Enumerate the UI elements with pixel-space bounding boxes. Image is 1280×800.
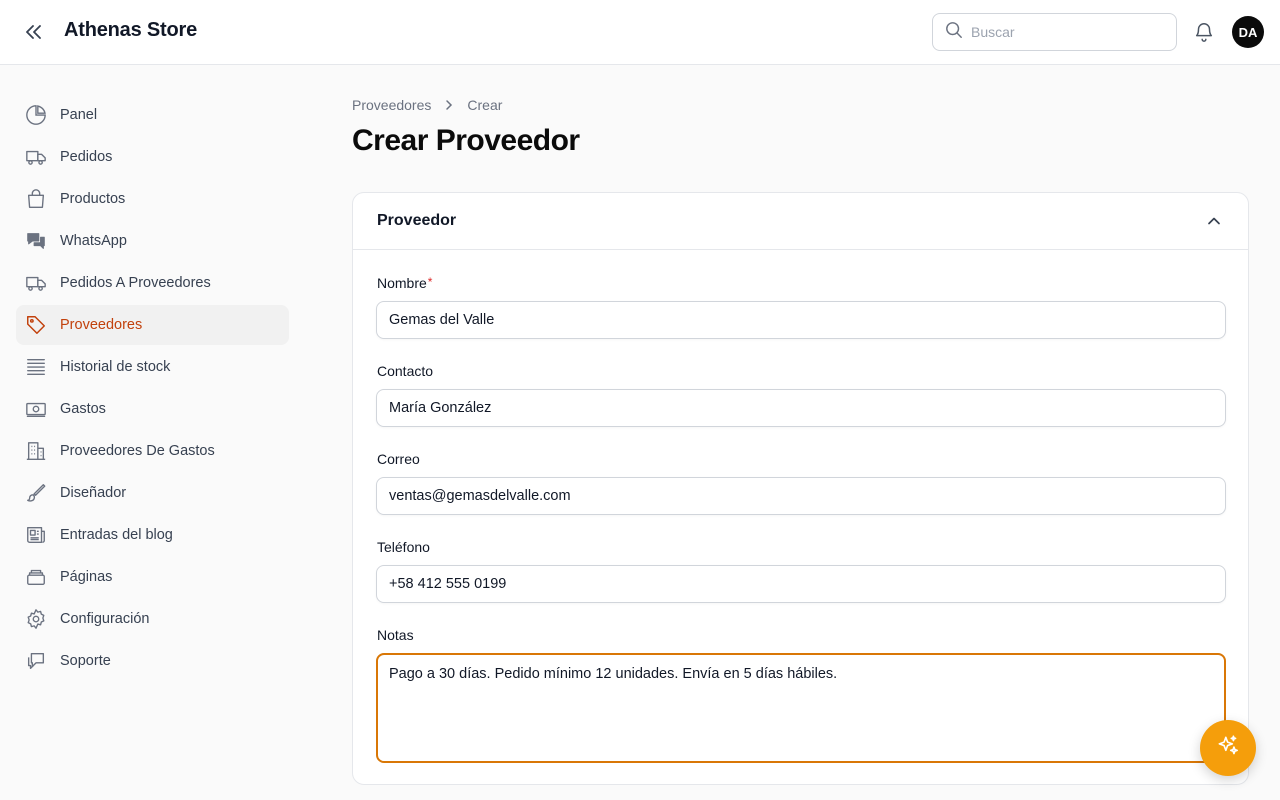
sidebar-item-historial-de-stock[interactable]: Historial de stock (16, 347, 289, 387)
search-input[interactable] (971, 24, 1151, 40)
sidebar-item-label: Pedidos (60, 149, 113, 165)
section-title: Proveedor (377, 212, 457, 229)
breadcrumb-current: Crear (467, 97, 503, 113)
search-box[interactable] (932, 13, 1177, 51)
contacto-label: Contacto (377, 363, 434, 379)
sidebar-item-productos[interactable]: Productos (16, 179, 289, 219)
shopping-bag-icon (24, 187, 48, 211)
sidebar-item-label: Proveedores De Gastos (60, 443, 215, 459)
avatar[interactable]: DA (1232, 16, 1264, 48)
sparkles-icon (1215, 733, 1241, 764)
sidebar-item-pedidos-a-proveedores[interactable]: Pedidos A Proveedores (16, 263, 289, 303)
banknote-icon (24, 397, 48, 421)
sidebar-item-panel[interactable]: Panel (16, 95, 289, 135)
sidebar-item-disenador[interactable]: Diseñador (16, 473, 289, 513)
truck-icon (24, 271, 48, 295)
contacto-field[interactable] (376, 389, 1226, 427)
sidebar-item-soporte[interactable]: Soporte (16, 641, 289, 681)
chevron-right-icon (443, 99, 455, 111)
collapse-sidebar-icon[interactable] (20, 20, 48, 44)
chevron-up-icon[interactable] (1204, 211, 1224, 231)
gear-icon (24, 607, 48, 631)
nombre-label: Nombre* (377, 275, 432, 291)
sidebar-item-gastos[interactable]: Gastos (16, 389, 289, 429)
section-header[interactable]: Proveedor (353, 193, 1248, 250)
sidebar-item-label: Proveedores (60, 317, 143, 333)
telefono-label: Teléfono (377, 539, 430, 555)
sidebar-item-paginas[interactable]: Páginas (16, 557, 289, 597)
sidebar-item-label: Historial de stock (60, 359, 171, 375)
sidebar-item-label: Soporte (60, 653, 111, 669)
newspaper-icon (24, 523, 48, 547)
chat-bubbles-icon (24, 229, 48, 253)
sidebar-item-proveedores-de-gastos[interactable]: Proveedores De Gastos (16, 431, 289, 471)
app-brand: Athenas Store (64, 19, 197, 41)
notas-label: Notas (377, 627, 414, 643)
telefono-field[interactable] (376, 565, 1226, 603)
top-bar: Athenas Store DA (0, 0, 1280, 65)
stack-icon (24, 565, 48, 589)
sidebar-item-label: Páginas (60, 569, 113, 585)
bell-icon[interactable] (1191, 19, 1217, 45)
notas-field[interactable]: Pago a 30 días. Pedido mínimo 12 unidade… (376, 653, 1226, 763)
correo-label: Correo (377, 451, 420, 467)
sidebar-item-label: Gastos (60, 401, 106, 417)
sidebar-item-label: Diseñador (60, 485, 127, 501)
sidebar-item-proveedores[interactable]: Proveedores (16, 305, 289, 345)
breadcrumb: Proveedores Crear (352, 97, 502, 113)
ai-assistant-button[interactable] (1200, 720, 1256, 776)
sidebar-item-pedidos[interactable]: Pedidos (16, 137, 289, 177)
chat-icon (24, 649, 48, 673)
nombre-label-text: Nombre (377, 275, 427, 291)
required-mark: * (427, 275, 433, 289)
paintbrush-icon (24, 481, 48, 505)
search-icon (945, 21, 963, 44)
truck-icon (24, 145, 48, 169)
pie-chart-icon (24, 103, 48, 127)
nombre-field[interactable] (376, 301, 1226, 339)
supplier-form-card: Proveedor Nombre* Contacto Correo Teléfo… (352, 192, 1249, 785)
sidebar-item-whatsapp[interactable]: WhatsApp (16, 221, 289, 261)
sidebar: Panel Pedidos Productos WhatsApp Pedidos… (16, 95, 289, 683)
building-icon (24, 439, 48, 463)
sidebar-item-configuracion[interactable]: Configuración (16, 599, 289, 639)
sidebar-item-label: Entradas del blog (60, 527, 173, 543)
sidebar-item-entradas-del-blog[interactable]: Entradas del blog (16, 515, 289, 555)
tag-icon (24, 313, 48, 337)
sidebar-item-label: WhatsApp (60, 233, 127, 249)
sidebar-item-label: Pedidos A Proveedores (60, 275, 211, 291)
sidebar-item-label: Productos (60, 191, 126, 207)
lines-icon (24, 355, 48, 379)
sidebar-item-label: Configuración (60, 611, 150, 627)
sidebar-item-label: Panel (60, 107, 98, 123)
correo-field[interactable] (376, 477, 1226, 515)
breadcrumb-parent[interactable]: Proveedores (352, 97, 431, 113)
page-title: Crear Proveedor (352, 124, 580, 157)
